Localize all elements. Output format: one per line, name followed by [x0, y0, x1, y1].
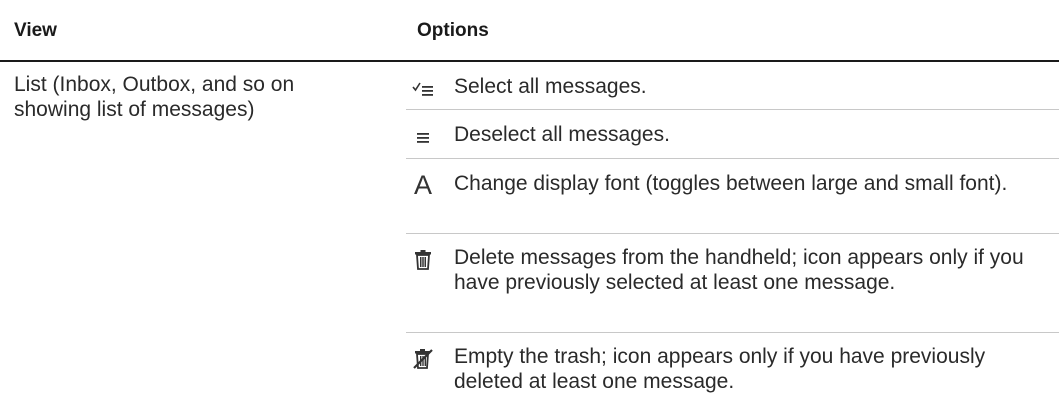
options-table: View Options List (Inbox, Outbox, and so… [0, 0, 1059, 414]
option-row-deselect-all: Deselect all messages. [406, 110, 1059, 159]
font-glyph: A [413, 169, 432, 200]
header-options: Options [417, 20, 489, 41]
option-row-trash: Delete messages from the handheld; icon … [406, 234, 1059, 333]
option-text: Change display font (toggles between lar… [454, 172, 1008, 195]
option-row-select-all: Select all messages. [406, 62, 1059, 110]
empty-trash-icon [406, 344, 440, 374]
option-text: Delete messages from the handheld; icon … [454, 246, 1024, 294]
option-text: Deselect all messages. [454, 123, 670, 146]
option-text: Empty the trash; icon appears only if yo… [454, 345, 986, 393]
font-icon: A [406, 170, 440, 200]
header-view: View [14, 20, 57, 41]
select-all-icon [406, 74, 440, 104]
option-row-font: A Change display font (toggles between l… [406, 159, 1059, 234]
option-text: Select all messages. [454, 75, 647, 98]
deselect-all-icon [406, 122, 440, 152]
view-cell: List (Inbox, Outbox, and so on showing l… [14, 73, 295, 121]
table-header: View Options [0, 0, 1059, 62]
trash-icon [406, 245, 440, 275]
option-row-empty-trash: Empty the trash; icon appears only if yo… [406, 333, 1059, 414]
